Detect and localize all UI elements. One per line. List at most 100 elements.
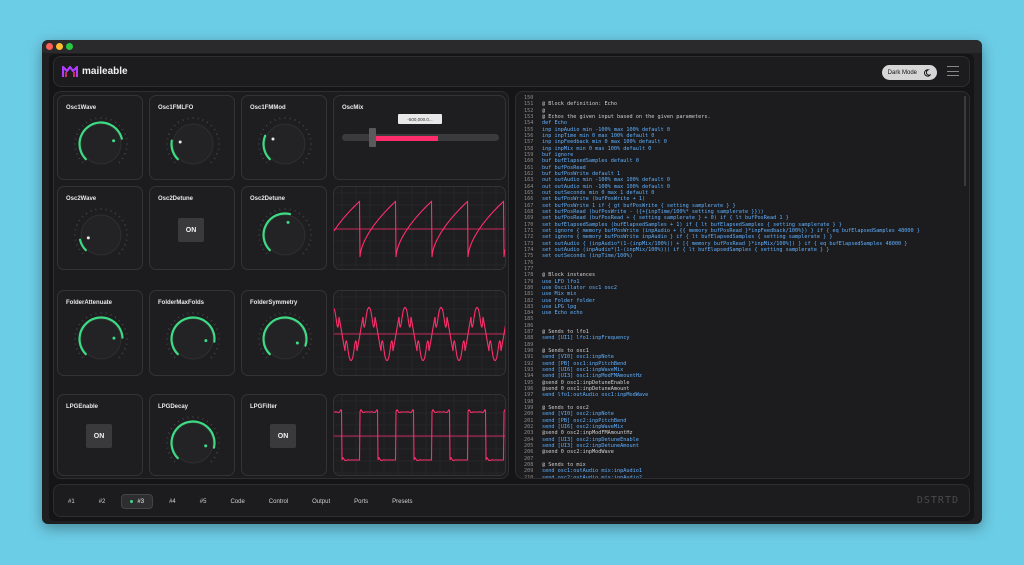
osc1wave-label: Osc1Wave: [66, 105, 97, 111]
code-text: @ Block definition: Echo: [542, 101, 617, 108]
tab-num-5[interactable]: #5: [192, 494, 215, 509]
lpgenable-on-button[interactable]: ON: [86, 424, 112, 448]
title-bar: [42, 40, 982, 53]
osc2detune-card: Osc2Detune: [241, 186, 327, 270]
osc1wave-knob[interactable]: [73, 116, 129, 172]
code-text: set bufPosRead (bufPosWrite - ({+{inpTim…: [542, 208, 764, 215]
code-text: send [VI0] osc1:inpNote: [542, 354, 614, 361]
code-text: buf bufPosWrite default 1: [542, 170, 621, 177]
code-text: @ Sends to mix: [542, 462, 586, 469]
oscmix-slider-thumb[interactable]: [369, 128, 376, 147]
tab-num-3[interactable]: #3: [121, 494, 154, 509]
osc1fmmod-knob[interactable]: [257, 116, 313, 172]
code-line: 210 send osc2:outAudio mix:inpAudio2: [524, 475, 920, 478]
logo[interactable]: maileable: [62, 65, 128, 78]
code-text: @ Sends to lfo1: [542, 329, 589, 336]
knob-indicator-dot: [112, 139, 116, 143]
foldersymmetry-card: FolderSymmetry: [241, 290, 327, 376]
code-text: @ Sends to osc2: [542, 405, 589, 412]
code-scrollbar[interactable]: [964, 96, 966, 186]
code-text: set ignore { memory bufPosWrite inpAudio…: [542, 234, 833, 241]
code-text: set outAudio { (inpAudio*(1-(inpMix/100%…: [542, 240, 908, 247]
code-text: inp inpMix min 0 max 100% default 0: [542, 145, 652, 152]
code-text: use Folder folder: [542, 297, 596, 304]
osc1fmlfo-label: Osc1FMLFO: [158, 105, 194, 111]
code-text: send lfo1:outAudio osc1:inpModWave: [542, 392, 649, 399]
tab-num-1[interactable]: #1: [60, 494, 83, 509]
code-text: set bufPosRead (bufPosRead + { setting s…: [542, 215, 789, 222]
code-text: buf bufPosRead: [542, 164, 586, 171]
lpgenable-label: LPGEnable: [66, 404, 99, 410]
foldermaxfolds-label: FolderMaxFolds: [158, 300, 205, 306]
code-text: set ignore { memory bufPosWrite (inpAudi…: [542, 227, 920, 234]
header-bar: maileable Dark Mode: [53, 56, 970, 87]
tab-code[interactable]: Code: [222, 494, 252, 509]
tab-num-2[interactable]: #2: [91, 494, 114, 509]
tab-label: Output: [312, 498, 331, 505]
tab-control[interactable]: Control: [261, 494, 296, 509]
waveform-plot-3: [334, 395, 505, 475]
code-text: send [UI6] osc1:inpWaveMix: [542, 367, 624, 374]
code-text: inp inpTime min 0 max 100% default 0: [542, 132, 655, 139]
code-text: send [PB] osc1:inpPitchBend: [542, 360, 627, 367]
oscmix-label: OscMix: [342, 105, 364, 111]
osc1fmmod-card: Osc1FMMod: [241, 95, 327, 180]
code-text: send [UI6] osc2:inpWaveMix: [542, 424, 624, 431]
knob-indicator-dot: [178, 140, 182, 144]
waveform-scope-2: [333, 290, 506, 376]
code-text: buf bufElapsedSamples default 0: [542, 158, 639, 165]
dark-mode-toggle[interactable]: Dark Mode: [881, 65, 937, 80]
close-window-button[interactable]: [46, 43, 53, 50]
tab-num-4[interactable]: #4: [161, 494, 184, 509]
lpgdecay-knob[interactable]: [165, 415, 221, 471]
code-text: send [UI3] osc2:inpDetuneEnable: [542, 436, 639, 443]
controls-grid: Osc1Wave Osc1FMLFO Osc1FMMod OscMix -500…: [53, 91, 509, 479]
foldersymmetry-label: FolderSymmetry: [250, 300, 298, 306]
foldersymmetry-knob[interactable]: [257, 311, 313, 367]
code-text: use Echo echo: [542, 310, 583, 317]
knob-indicator-dot: [204, 444, 208, 448]
osc2detune-enable-label: Osc2Detune: [158, 196, 194, 202]
lpgenable-card: LPGEnable ON: [57, 394, 143, 476]
tab-label: #2: [98, 498, 106, 505]
knob-indicator-dot: [86, 236, 90, 240]
code-text: send [VI0] osc2:inpNote: [542, 411, 614, 418]
osc1wave-card: Osc1Wave: [57, 95, 143, 180]
tab-label: Ports: [354, 498, 369, 505]
tab-label: Control: [268, 498, 289, 505]
maileable-logo-icon: [62, 65, 78, 77]
app-window: maileable Dark Mode Osc1Wave Osc1FMLFO O: [42, 40, 982, 524]
code-text: inp inpFeedback min 0 max 100% default 0: [542, 139, 667, 146]
tab-ports[interactable]: Ports: [346, 494, 376, 509]
code-editor[interactable]: 150 151 @ Block definition: Echo 152 @153 @ E…: [515, 91, 970, 479]
tab-label: #5: [199, 498, 207, 505]
waveform-scope-3: [333, 394, 506, 476]
knob-indicator-dot: [271, 137, 275, 141]
app-name: maileable: [82, 66, 128, 77]
osc2wave-card: Osc2Wave: [57, 186, 143, 270]
osc2detune-on-button[interactable]: ON: [178, 218, 204, 242]
foldermaxfolds-knob[interactable]: [165, 311, 221, 367]
code-lines: 150 151 @ Block definition: Echo 152 @153 @ E…: [524, 95, 920, 478]
minimize-window-button[interactable]: [56, 43, 63, 50]
zoom-window-button[interactable]: [66, 43, 73, 50]
osc2wave-knob[interactable]: [73, 207, 129, 263]
hamburger-menu-icon[interactable]: [947, 66, 959, 76]
folderattenuate-knob[interactable]: [73, 311, 129, 367]
oscmix-card: OscMix -500,000.0...: [333, 95, 506, 180]
code-text: out outAudio min -100% max 100% default …: [542, 183, 671, 190]
tab-output[interactable]: Output: [304, 494, 338, 509]
code-text: set outAudio (inpAudio*(1-(inpMix/100%))…: [542, 246, 830, 253]
code-text: @send 0 osc1:inpDetuneEnable: [542, 379, 630, 386]
tab-presets[interactable]: Presets: [384, 494, 420, 509]
osc2detune-label: Osc2Detune: [250, 196, 286, 202]
waveform-scope-1: [333, 186, 506, 270]
knob-indicator-dot: [286, 220, 290, 224]
tab-list: #1 #2 #3 #4 #5 Code Control Output Ports Presets: [60, 494, 429, 509]
tab-label: Code: [230, 498, 245, 505]
osc2detune-enable-card: Osc2Detune ON: [149, 186, 235, 270]
lpgfilter-on-button[interactable]: ON: [270, 424, 296, 448]
code-text: set bufPosWrite (bufPosWrite + 1): [542, 196, 646, 203]
osc2detune-knob[interactable]: [257, 207, 313, 263]
osc1fmlfo-knob[interactable]: [165, 116, 221, 172]
